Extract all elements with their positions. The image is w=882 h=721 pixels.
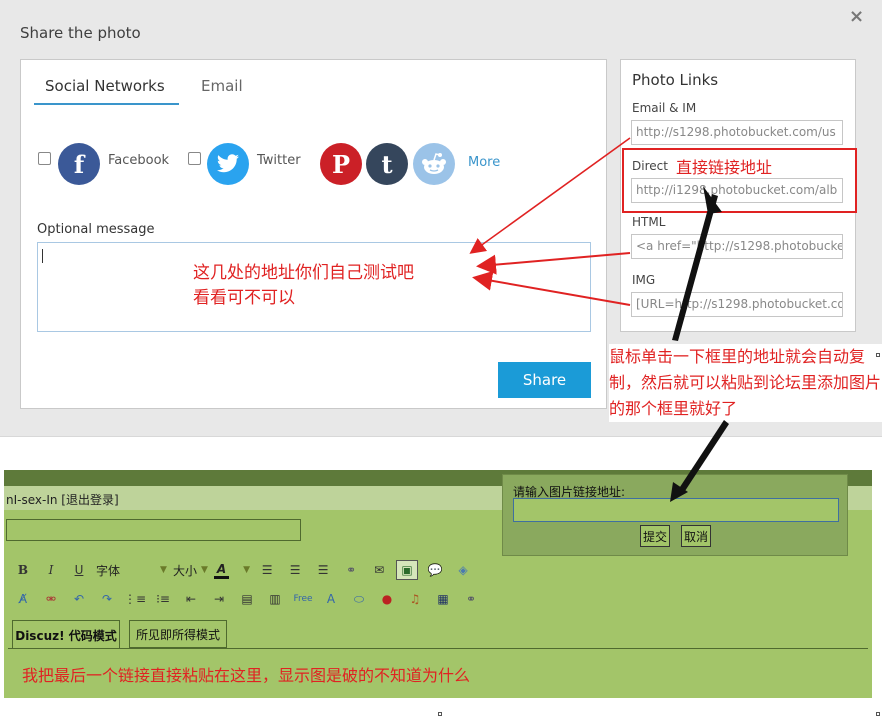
twitter-label: Twitter [257,153,301,168]
ordered-list-icon[interactable]: ⋮≡ [124,589,146,609]
email-im-label: Email & IM [632,101,697,115]
submit-button[interactable]: 提交 [640,525,670,547]
resize-handle[interactable] [876,353,880,357]
share-button[interactable]: Share [498,362,591,398]
annotation-message: 这几处的地址你们自己测试吧 看看可不可以 [193,263,414,308]
modal-title: Share the photo [20,24,141,42]
video-icon[interactable]: ▦ [432,589,454,609]
facebook-label: Facebook [108,153,170,168]
outdent-icon[interactable]: ⇤ [180,589,202,609]
italic-button[interactable]: I [40,560,62,580]
resize-handle[interactable] [438,712,442,716]
tab-email[interactable]: Email [201,77,243,95]
img-label: IMG [632,273,656,287]
link-icon[interactable]: ⚭ [340,560,362,580]
font-color-icon: A [213,562,230,579]
font-dropdown[interactable]: 字体 ▼ [96,562,167,579]
twitter-checkbox[interactable] [188,152,201,165]
html-label: HTML [632,215,666,229]
font-dropdown-label: 字体 [96,563,121,578]
image-url-dialog: 请输入图片链接地址: 提交 取消 [502,474,848,556]
format-toolbar-2: A̸ ⚮ ↶ ↷ ⋮≡ ⁝≡ ⇤ ⇥ ▤ ▥ Free A ⬭ ● ♫ ▦ ⚭ [12,587,488,611]
free-icon[interactable]: Free [292,589,314,609]
chevron-down-icon: ▼ [200,565,208,575]
facebook-icon[interactable]: f [58,143,100,185]
pinterest-icon[interactable]: P [320,143,362,185]
tab-social-networks[interactable]: Social Networks [45,77,165,95]
annotation-direct: 直接链接地址 [676,158,773,177]
unlink-icon[interactable]: ⚮ [40,589,62,609]
link-icon[interactable]: ⚭ [460,589,482,609]
subject-input[interactable] [6,519,301,541]
align-center-icon[interactable]: ☰ [284,560,306,580]
qq-icon[interactable]: ● [376,589,398,609]
remove-format-icon[interactable]: A̸ [12,589,34,609]
twitter-icon[interactable] [207,143,249,185]
close-icon[interactable]: × [849,6,864,27]
bold-button[interactable]: B [12,560,34,580]
insert-image-icon[interactable]: ▣ [396,560,419,580]
undo-icon[interactable]: ↶ [68,589,90,609]
photo-links-title: Photo Links [632,71,719,89]
annotation-bottom: 我把最后一个链接直接粘贴在这里，显示图是破的不知道为什么 [22,666,471,685]
more-networks-link[interactable]: More [468,155,500,170]
twitter-bird-icon [217,154,239,173]
tab-code-mode[interactable]: Discuz! 代码模式 [12,620,120,649]
share-panel: Social Networks Email f Facebook Twitter… [20,59,607,409]
optional-message-input[interactable]: 这几处的地址你们自己测试吧 看看可不可以 [37,242,591,332]
indent-icon[interactable]: ⇥ [208,589,230,609]
unordered-list-icon[interactable]: ⁝≡ [152,589,174,609]
table-row-icon[interactable]: ▥ [264,589,286,609]
format-toolbar: B I U 字体 ▼ 大小 ▼ A ▼ ☰ ☰ ☰ ⚭ ✉ ▣ 💬 ◈ [12,558,480,582]
quote-icon[interactable]: 💬 [424,560,446,580]
resize-handle[interactable] [876,712,880,716]
html-link-field[interactable]: <a href="http://s1298.photobucke [631,234,843,259]
img-link-field[interactable]: [URL=http://s1298.photobucket.co [631,292,843,317]
font-color-dropdown[interactable]: A ▼ [213,562,251,579]
align-left-icon[interactable]: ☰ [256,560,278,580]
size-dropdown[interactable]: 大小 ▼ [173,562,208,579]
align-right-icon[interactable]: ☰ [312,560,334,580]
annotation-right: 鼠标单击一下框里的地址就会自动复制，然后就可以粘贴到论坛里添加图片的那个框里就好… [609,344,882,422]
code-icon[interactable]: ◈ [452,560,474,580]
text-caret [42,249,43,263]
email-icon[interactable]: ✉ [368,560,390,580]
optional-message-label: Optional message [37,222,155,237]
tab-wysiwyg-mode[interactable]: 所见即所得模式 [129,620,227,648]
underline-button[interactable]: U [68,560,90,580]
chevron-down-icon: ▼ [160,565,167,575]
cancel-button[interactable]: 取消 [681,525,711,547]
email-im-link-field[interactable]: http://s1298.photobucket.com/us [631,120,843,145]
reddit-alien-icon [422,153,446,174]
font-style-icon[interactable]: A [320,589,342,609]
image-url-input[interactable] [513,498,839,522]
music-icon[interactable]: ♫ [404,589,426,609]
chevron-down-icon: ▼ [243,565,251,575]
size-dropdown-label: 大小 [172,563,197,578]
facebook-checkbox[interactable] [38,152,51,165]
active-tab-indicator [34,103,179,105]
flash-icon[interactable]: ⬭ [348,589,370,609]
table-icon[interactable]: ▤ [236,589,258,609]
tumblr-icon[interactable]: t [366,143,408,185]
reddit-icon[interactable] [413,143,455,185]
redo-icon[interactable]: ↷ [96,589,118,609]
